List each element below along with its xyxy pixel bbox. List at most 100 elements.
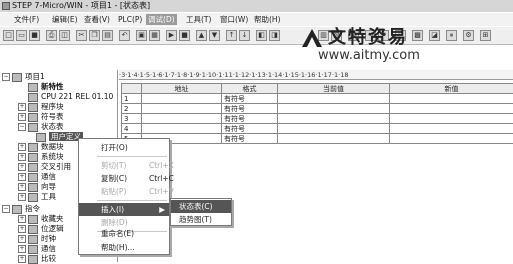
tree-item-wizard[interactable]: +向导 [18, 182, 56, 192]
menu-item-help[interactable]: 帮助(H)... [79, 241, 169, 254]
save-icon[interactable]: ■ [29, 30, 40, 41]
menu-item-cut[interactable]: 剪切(T) Ctrl+X [79, 159, 169, 172]
new-value-cell[interactable] [390, 114, 513, 124]
address-cell[interactable] [142, 104, 222, 114]
folder-icon [28, 225, 38, 234]
address-cell[interactable] [142, 94, 222, 104]
print-preview-icon[interactable]: ◫ [59, 30, 70, 41]
address-cell[interactable] [142, 114, 222, 124]
new-value-cell[interactable] [390, 94, 513, 104]
options-icon[interactable]: ◧ [256, 30, 267, 41]
menu-edit[interactable]: 编辑(E) [52, 14, 78, 25]
expand-icon[interactable]: + [18, 163, 26, 171]
paste-icon[interactable]: ▤ [102, 30, 113, 41]
expand-icon[interactable]: + [18, 153, 26, 161]
expand-icon[interactable]: + [18, 103, 26, 111]
tree-item-program-block[interactable]: +程序块 [18, 102, 64, 112]
print-icon[interactable]: ⎙ [46, 30, 57, 41]
tree-item-comms[interactable]: +通信 [18, 172, 56, 182]
menu-item-paste[interactable]: 粘贴(P) Ctrl+V [79, 185, 169, 198]
sort-desc-icon[interactable]: ↓ [239, 30, 250, 41]
open-icon[interactable]: ▭ [16, 30, 27, 41]
tree-item-instructions[interactable]: −指令 [2, 204, 40, 214]
expand-icon[interactable]: + [18, 215, 26, 223]
submenu-item-status-table[interactable]: 状态表(C) [171, 200, 231, 213]
menu-file[interactable]: 文件(F) [14, 14, 39, 25]
tree-item-cpu[interactable]: CPU 221 REL 01.10 [28, 92, 113, 102]
properties-icon[interactable]: ⊞ [480, 30, 491, 41]
folder-icon [28, 235, 38, 244]
column-header-new[interactable]: 新值 [390, 84, 513, 94]
tree-item-data-block[interactable]: +数据块 [18, 142, 64, 152]
tree-item-cross-ref[interactable]: +交叉引用 [18, 162, 71, 172]
new-value-cell[interactable] [390, 104, 513, 114]
collapse-icon[interactable]: − [18, 123, 26, 131]
new-value-cell[interactable] [390, 134, 513, 144]
copy-icon[interactable]: ❐ [89, 30, 100, 41]
tree-item-project[interactable]: −项目1 [2, 72, 45, 82]
expand-icon[interactable]: + [18, 173, 26, 181]
collapse-icon[interactable]: − [2, 205, 10, 213]
submenu-item-trend-chart[interactable]: 趋势图(T) [171, 213, 231, 226]
tree-item-user-defined[interactable]: 用户定义 [36, 132, 83, 142]
menu-plc[interactable]: PLC(P) [118, 14, 142, 25]
collapse-icon[interactable]: − [2, 73, 10, 81]
tree-item-clock[interactable]: +时钟 [18, 234, 56, 244]
format-cell[interactable]: 有符号 [222, 134, 278, 144]
tree-item-comms-instr[interactable]: +通信 [18, 244, 56, 254]
menu-window[interactable]: 窗口(W) [220, 14, 248, 25]
column-header-address[interactable]: 地址 [142, 84, 222, 94]
column-header-current[interactable]: 当前值 [278, 84, 390, 94]
tree-item-system-block[interactable]: +系统块 [18, 152, 64, 162]
expand-icon[interactable]: + [18, 235, 26, 243]
address-cell[interactable] [142, 124, 222, 134]
current-value-cell [278, 104, 390, 114]
tree-item-favorites[interactable]: +收藏夹 [18, 214, 64, 224]
table-row: 5 有符号 [122, 134, 513, 144]
upload-icon[interactable]: ▲ [196, 30, 207, 41]
format-cell[interactable]: 有符号 [222, 124, 278, 134]
expand-icon[interactable]: + [18, 225, 26, 233]
menu-item-copy[interactable]: 复制(C) Ctrl+C [79, 172, 169, 185]
menu-help[interactable]: 帮助(H) [254, 14, 281, 25]
expand-icon[interactable]: + [18, 143, 26, 151]
menu-item-insert[interactable]: 插入(I) ▶ [79, 203, 169, 216]
menu-item-open[interactable]: 打开(O) [79, 141, 169, 154]
new-icon[interactable]: □ [3, 30, 14, 41]
app-icon [2, 2, 10, 10]
format-cell[interactable]: 有符号 [222, 114, 278, 124]
tree-item-tools[interactable]: +工具 [18, 192, 56, 202]
folder-icon [12, 205, 22, 214]
settings-icon[interactable]: ⚙ [463, 30, 474, 41]
tree-item-bit-logic[interactable]: +位逻辑 [18, 224, 64, 234]
expand-icon[interactable]: + [18, 113, 26, 121]
menu-view[interactable]: 查看(V) [84, 14, 110, 25]
expand-icon[interactable]: + [18, 193, 26, 201]
tree-item-new-features[interactable]: 新特性 [28, 82, 64, 92]
menu-debug[interactable]: 调试(D) [146, 14, 177, 25]
expand-icon[interactable]: + [18, 245, 26, 253]
table-row: 2 有符号 [122, 104, 513, 114]
column-header-format[interactable]: 格式 [222, 84, 278, 94]
run-icon[interactable]: ▶ [166, 30, 177, 41]
pause-icon[interactable]: ⏸ [446, 30, 457, 41]
cut-icon[interactable]: ✂ [76, 30, 87, 41]
tree-item-status-table[interactable]: −状态表 [18, 122, 64, 132]
tree-item-compare[interactable]: +比较 [18, 254, 56, 264]
current-value-cell [278, 134, 390, 144]
compile-icon[interactable]: ▣ [136, 30, 147, 41]
compile-all-icon[interactable]: ▦ [149, 30, 160, 41]
sort-asc-icon[interactable]: ↑ [226, 30, 237, 41]
tree-item-symbol-table[interactable]: +符号表 [18, 112, 64, 122]
stop-icon[interactable]: ■ [179, 30, 190, 41]
download-icon[interactable]: ▼ [209, 30, 220, 41]
menu-tools[interactable]: 工具(T) [186, 14, 211, 25]
undo-icon[interactable]: ↶ [119, 30, 130, 41]
format-cell[interactable]: 有符号 [222, 104, 278, 114]
format-cell[interactable]: 有符号 [222, 94, 278, 104]
new-value-cell[interactable] [390, 124, 513, 134]
menu-item-rename[interactable]: 重命名(E) [79, 227, 169, 240]
expand-icon[interactable]: + [18, 183, 26, 191]
folder-icon [28, 215, 38, 224]
monitor-icon[interactable]: ◨ [269, 30, 280, 41]
